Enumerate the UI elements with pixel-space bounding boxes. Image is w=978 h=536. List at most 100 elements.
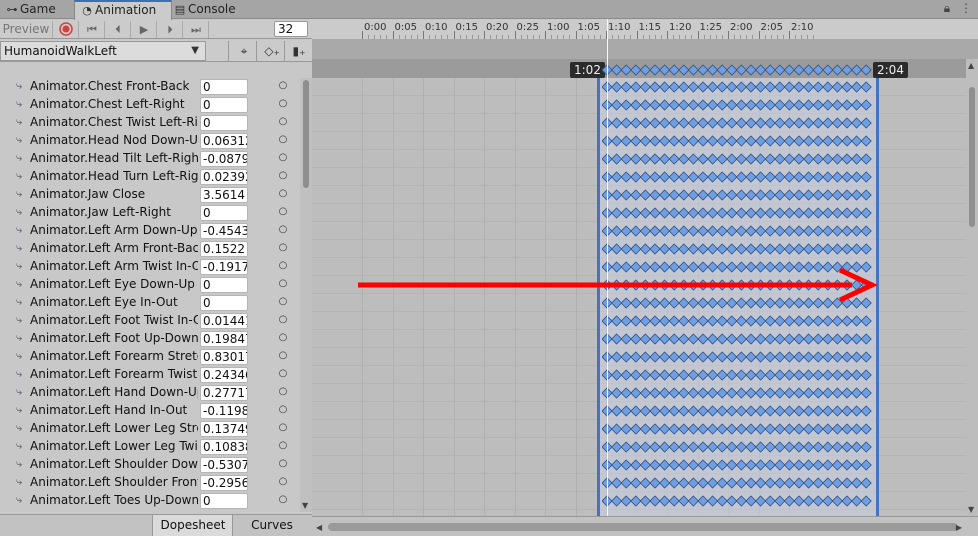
scrollbar-thumb[interactable] (969, 87, 975, 227)
record-button[interactable] (54, 21, 79, 38)
add-keyframe-button[interactable]: ◇₊ (256, 41, 287, 61)
scroll-up-arrow-icon[interactable]: ▲ (968, 61, 974, 70)
property-row[interactable]: ⤷ Animator.Left Arm Front-Back 0.1522 ○ (0, 240, 300, 258)
property-value-field[interactable]: 0.19847 (200, 331, 248, 347)
property-list-scrollbar[interactable]: ▼ (300, 78, 312, 512)
lock-icon[interactable]: 🔒︎ (944, 1, 950, 15)
property-row[interactable]: ⤷ Animator.Left Eye In-Out 0 ○ (0, 294, 300, 312)
property-row[interactable]: ⤷ Animator.Head Nod Down-Up 0.06312 ○ (0, 132, 300, 150)
property-row[interactable]: ⤷ Animator.Left Hand Down-Up 0.27717 ○ (0, 384, 300, 402)
property-options-icon[interactable]: ○ (278, 315, 288, 325)
property-value-field[interactable]: 0 (200, 97, 248, 113)
property-value-field[interactable]: 0.27717 (200, 385, 248, 401)
property-row[interactable]: ⤷ Animator.Head Tilt Left-Right -0.0879 ○ (0, 150, 300, 168)
property-options-icon[interactable]: ○ (278, 117, 288, 127)
property-value-field[interactable]: 0.02392 (200, 169, 248, 185)
kebab-menu-icon[interactable]: ⋮ (960, 1, 972, 15)
property-value-field[interactable]: -0.4543 (200, 223, 248, 239)
property-options-icon[interactable]: ○ (278, 261, 288, 271)
first-keyframe-button[interactable]: ⏮ (80, 21, 105, 38)
property-options-icon[interactable]: ○ (278, 135, 288, 145)
property-value-field[interactable]: 0 (200, 205, 248, 221)
scroll-left-arrow-icon[interactable]: ◀ (316, 523, 322, 532)
property-value-field[interactable]: 0.24346 (200, 367, 248, 383)
scroll-down-arrow-icon[interactable]: ▼ (968, 505, 974, 514)
property-row[interactable]: ⤷ Animator.Chest Left-Right 0 ○ (0, 96, 300, 114)
property-value-field[interactable]: 0 (200, 79, 248, 95)
property-options-icon[interactable]: ○ (278, 279, 288, 289)
property-value-field[interactable]: -0.2956 (200, 475, 248, 491)
property-row[interactable]: ⤷ Animator.Left Forearm Stretch 0.83017 ○ (0, 348, 300, 366)
property-options-icon[interactable]: ○ (278, 423, 288, 433)
tab-curves[interactable]: Curves (232, 515, 311, 536)
add-event-button[interactable]: ▮₊ (284, 41, 313, 61)
property-options-icon[interactable]: ○ (278, 351, 288, 361)
property-row[interactable]: ⤷ Animator.Left Foot Twist In-Out 0.01441 ○ (0, 312, 300, 330)
property-options-icon[interactable]: ○ (278, 333, 288, 343)
property-row[interactable]: ⤷ Animator.Left Forearm Twist In-Out0.243… (0, 366, 300, 384)
current-frame-input[interactable]: 32 (274, 21, 308, 37)
timeline-vertical-scrollbar[interactable]: ▲ ▼ (966, 59, 978, 516)
previous-keyframe-button[interactable]: ⏴︎ (106, 21, 131, 38)
preview-button[interactable]: Preview (0, 21, 53, 38)
property-row[interactable]: ⤷ Animator.Left Lower Leg Twist In-Out0.1… (0, 438, 300, 456)
clip-selector[interactable]: HumanoidWalkLeft ▼ (0, 41, 206, 61)
property-row[interactable]: ⤷ Animator.Left Shoulder Front-Back-0.295… (0, 474, 300, 492)
property-row[interactable]: ⤷ Animator.Jaw Left-Right 0 ○ (0, 204, 300, 222)
tab-game[interactable]: ⊶ Game (0, 0, 76, 19)
play-button[interactable]: ▶ (132, 21, 157, 38)
property-options-icon[interactable]: ○ (278, 459, 288, 469)
property-row[interactable]: ⤷ Animator.Left Arm Twist In-Out -0.1917 ○ (0, 258, 300, 276)
property-row[interactable]: ⤷ Animator.Left Lower Leg Stretch0.13749 ○ (0, 420, 300, 438)
property-options-icon[interactable]: ○ (278, 495, 288, 505)
property-options-icon[interactable]: ○ (278, 171, 288, 181)
property-value-field[interactable]: -0.0879 (200, 151, 248, 167)
property-value-field[interactable]: 0.83017 (200, 349, 248, 365)
property-row[interactable]: ⤷ Animator.Left Hand In-Out -0.1198 ○ (0, 402, 300, 420)
property-value-field[interactable]: 0 (200, 295, 248, 311)
property-value-field[interactable]: 0.06312 (200, 133, 248, 149)
property-options-icon[interactable]: ○ (278, 99, 288, 109)
timeline-horizontal-scrollbar[interactable]: ◀ ▶ (312, 516, 978, 536)
property-value-field[interactable]: 0.13749 (200, 421, 248, 437)
property-value-field[interactable]: 0.1522 (200, 241, 248, 257)
property-row[interactable]: ⤷ Animator.Head Turn Left-Right 0.02392 ○ (0, 168, 300, 186)
scroll-down-arrow-icon[interactable]: ▼ (302, 501, 308, 510)
tab-console[interactable]: ▤ Console (168, 0, 254, 19)
property-row[interactable]: ⤷ Animator.Chest Twist Left-Right0 ○ (0, 114, 300, 132)
property-value-field[interactable]: 0.10838 (200, 439, 248, 455)
tab-animation[interactable]: ◔ Animation (74, 0, 172, 22)
property-options-icon[interactable]: ○ (278, 405, 288, 415)
property-row[interactable]: ⤷ Animator.Chest Front-Back 0 ○ (0, 78, 300, 96)
property-options-icon[interactable]: ○ (278, 477, 288, 487)
tab-dopesheet[interactable]: Dopesheet (152, 515, 233, 536)
property-options-icon[interactable]: ○ (278, 369, 288, 379)
property-options-icon[interactable]: ○ (278, 189, 288, 199)
property-value-field[interactable]: 0 (200, 277, 248, 293)
property-value-field[interactable]: 0 (200, 493, 248, 509)
property-value-field[interactable]: -0.5307 (200, 457, 248, 473)
property-options-icon[interactable]: ○ (278, 243, 288, 253)
property-row[interactable]: ⤷ Animator.Left Shoulder Down-Up-0.5307 ○ (0, 456, 300, 474)
scrollbar-thumb[interactable] (328, 523, 958, 531)
property-options-icon[interactable]: ○ (278, 153, 288, 163)
property-options-icon[interactable]: ○ (278, 441, 288, 451)
property-row[interactable]: ⤷ Animator.Jaw Close 3.5614 ○ (0, 186, 300, 204)
scrollbar-thumb[interactable] (303, 80, 309, 188)
dopesheet-timeline[interactable]: 0:00 0:05 0:10 0:15 0:20 0:25 1:00 1:05 1:10 1:15… (312, 19, 978, 536)
property-value-field[interactable]: 0 (200, 115, 248, 131)
property-row[interactable]: ⤷ Animator.Left Eye Down-Up 0 ○ (0, 276, 300, 294)
next-keyframe-button[interactable]: ⏵︎ (158, 21, 183, 38)
property-value-field[interactable]: -0.1917 (200, 259, 248, 275)
filter-keyframes-button[interactable]: ⌖ (228, 41, 259, 61)
scroll-right-arrow-icon[interactable]: ▶ (956, 523, 962, 532)
last-keyframe-button[interactable]: ⏭ (184, 21, 209, 38)
property-options-icon[interactable]: ○ (278, 81, 288, 91)
property-row[interactable]: ⤷ Animator.Left Foot Up-Down 0.19847 ○ (0, 330, 300, 348)
property-options-icon[interactable]: ○ (278, 207, 288, 217)
property-row[interactable]: ⤷ Animator.Left Toes Up-Down 0 ○ (0, 492, 300, 510)
property-options-icon[interactable]: ○ (278, 297, 288, 307)
property-options-icon[interactable]: ○ (278, 225, 288, 235)
property-row[interactable]: ⤷ Animator.Left Arm Down-Up -0.4543 ○ (0, 222, 300, 240)
property-value-field[interactable]: -0.1198 (200, 403, 248, 419)
